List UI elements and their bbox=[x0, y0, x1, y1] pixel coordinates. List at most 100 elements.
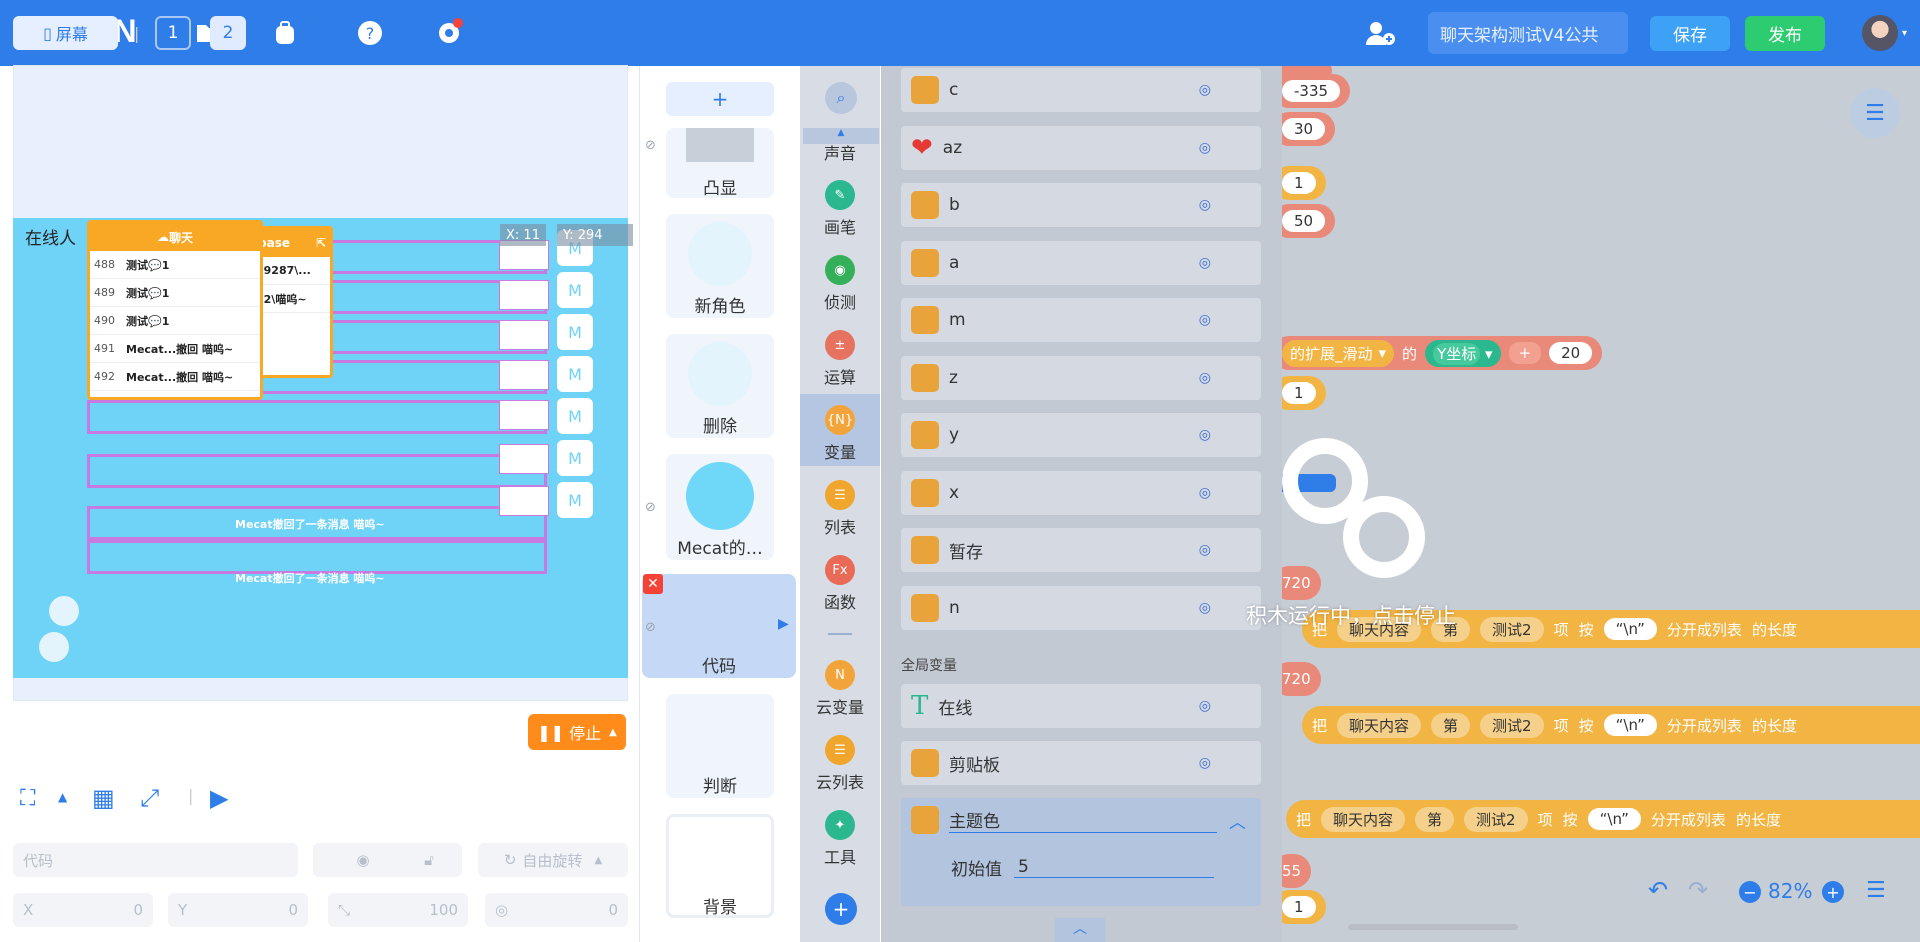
category-pen[interactable]: ✎ 画笔 bbox=[800, 180, 880, 238]
hidden-eye-icon[interactable]: ⊘ bbox=[645, 138, 656, 153]
variable-item[interactable]: z ◎ bbox=[901, 356, 1261, 400]
eye-off-icon: ◎ bbox=[1198, 255, 1211, 271]
rotation-select[interactable]: ↻ 自由旋转 ▲ bbox=[478, 843, 628, 877]
input-box[interactable] bbox=[499, 360, 549, 390]
align-blocks-icon[interactable]: ☰ bbox=[1866, 878, 1886, 903]
publish-button[interactable]: 发布 bbox=[1745, 16, 1825, 51]
variable-expanded[interactable]: 主题色 ︿ 初始值 5 bbox=[901, 798, 1261, 906]
hidden-eye-icon[interactable]: ⊘ bbox=[645, 500, 656, 515]
page-tab-2[interactable]: 2 bbox=[210, 16, 246, 50]
list-icon: ☰ bbox=[825, 480, 855, 510]
undo-icon[interactable]: ↶ bbox=[1648, 876, 1668, 904]
variable-item[interactable]: x ◎ bbox=[901, 471, 1261, 515]
play-preview-icon[interactable]: ▶ bbox=[210, 784, 228, 812]
variable-item[interactable]: y ◎ bbox=[901, 413, 1261, 457]
sprite-card-selected[interactable]: 代码 bbox=[642, 574, 796, 678]
category-lists[interactable]: ☰ 列表 bbox=[800, 480, 880, 538]
list-item: 490 测试💬1 bbox=[90, 307, 260, 335]
caret-up-icon[interactable]: ▲ bbox=[58, 790, 67, 804]
variable-item[interactable]: T 在线 ◎ bbox=[901, 684, 1261, 728]
sprite-card[interactable]: 删除 bbox=[666, 334, 774, 438]
category-cloud-lists[interactable]: ☰ 云列表 bbox=[800, 735, 880, 793]
variable-item[interactable]: b ◎ bbox=[901, 183, 1261, 227]
sprite-card[interactable]: Mecat的… bbox=[666, 454, 774, 560]
avatar-caret-icon[interactable]: ▾ bbox=[1902, 28, 1907, 39]
variable-item[interactable]: ❤ az ◎ bbox=[901, 126, 1261, 170]
category-sensing[interactable]: ◉ 侦测 bbox=[800, 255, 880, 313]
angle-field[interactable]: ◎ 0 bbox=[485, 893, 628, 927]
sprite-card[interactable]: 新角色 bbox=[666, 214, 774, 318]
list-item: 488 测试💬1 bbox=[90, 251, 260, 279]
sprite-name-input[interactable]: 代码 bbox=[13, 843, 298, 877]
expand-arrow-icon[interactable]: ▶ bbox=[778, 616, 789, 632]
category-cloud-variables[interactable]: N 云变量 bbox=[800, 660, 880, 718]
y-field[interactable]: Y0 bbox=[168, 893, 308, 927]
text-icon: T bbox=[911, 691, 929, 721]
m-button[interactable]: M bbox=[557, 440, 593, 476]
help-icon[interactable]: ? bbox=[350, 18, 390, 48]
variable-item[interactable]: 剪贴板 ◎ bbox=[901, 741, 1261, 785]
lock-toggle[interactable]: 🔓︎ bbox=[396, 843, 462, 877]
search-icon[interactable]: ⌕ bbox=[825, 82, 857, 114]
grid-icon[interactable]: ▦ bbox=[92, 784, 115, 812]
category-operators[interactable]: ± 运算 bbox=[800, 330, 880, 388]
m-button[interactable]: M bbox=[557, 482, 593, 518]
stop-button[interactable]: ❚❚ 停止 ▲ bbox=[528, 714, 626, 750]
variable-item[interactable]: n ◎ bbox=[901, 586, 1261, 630]
category-variables[interactable]: {N} 变量 bbox=[800, 405, 880, 463]
m-button[interactable]: M bbox=[557, 314, 593, 350]
x-field[interactable]: X0 bbox=[13, 893, 153, 927]
variable-item[interactable]: a ◎ bbox=[901, 241, 1261, 285]
variable-item[interactable]: c ◎ bbox=[901, 68, 1261, 112]
scroll-down-icon[interactable]: ︿ bbox=[1055, 918, 1105, 942]
redo-icon[interactable]: ↷ bbox=[1688, 876, 1708, 904]
settings-icon[interactable] bbox=[430, 16, 470, 48]
chat-window[interactable]: ☁ 聊天 488 测试💬1 489 测试💬1 490 测试💬1 491 Mecat...… bbox=[87, 220, 263, 400]
variable-item[interactable]: m ◎ bbox=[901, 298, 1261, 342]
category-sound[interactable]: 声音 bbox=[800, 140, 880, 164]
sprite-card[interactable]: 判断 bbox=[666, 694, 774, 798]
sprite-card[interactable]: 背景 bbox=[666, 814, 774, 918]
project-name-input[interactable]: 聊天架构测试V4公共 bbox=[1428, 12, 1628, 54]
zoom-out-icon[interactable]: − bbox=[1739, 881, 1761, 903]
input-box[interactable] bbox=[499, 400, 549, 430]
zoom-in-icon[interactable]: + bbox=[1822, 881, 1844, 903]
stage-canvas[interactable]: 在线人 M M M M M M M X: 11 Y: 294 base ⇱ 292… bbox=[13, 218, 633, 678]
fullscreen-icon[interactable]: ⤢ bbox=[140, 784, 159, 812]
category-functions[interactable]: Fx 函数 bbox=[800, 555, 880, 613]
collapse-icon: ︿ bbox=[1229, 812, 1246, 833]
stage-size-icon[interactable]: ⛶ bbox=[20, 786, 35, 811]
size-field[interactable]: ⤡ 100 bbox=[328, 893, 468, 927]
input-box[interactable] bbox=[499, 320, 549, 350]
input-box[interactable] bbox=[499, 486, 549, 516]
horizontal-scrollbar[interactable] bbox=[1348, 924, 1518, 930]
delete-icon[interactable]: ✕ bbox=[643, 574, 663, 594]
add-collaborator-icon[interactable] bbox=[1362, 18, 1398, 48]
m-button[interactable]: M bbox=[557, 272, 593, 308]
category-tools[interactable]: ✦ 工具 bbox=[800, 810, 880, 868]
search-blocks-icon[interactable]: ☰ bbox=[1850, 88, 1900, 138]
screen-button[interactable]: ▯ 屏幕 bbox=[13, 16, 118, 50]
m-button[interactable]: M bbox=[557, 398, 593, 434]
initial-value-input[interactable]: 5 bbox=[1014, 857, 1214, 878]
page-tab-1[interactable]: 1 bbox=[155, 16, 191, 50]
input-box[interactable] bbox=[499, 444, 549, 474]
list-item: 492 Mecat...撤回 喵呜~ bbox=[90, 363, 260, 391]
add-sprite-button[interactable]: + bbox=[666, 82, 774, 116]
running-stop-message[interactable]: 积木运行中，点击停止 bbox=[1246, 600, 1456, 630]
operators-icon: ± bbox=[825, 330, 855, 360]
sensing-icon: ◉ bbox=[825, 255, 855, 285]
input-box[interactable] bbox=[499, 280, 549, 310]
backpack-icon[interactable] bbox=[268, 18, 302, 48]
sprite-card[interactable]: 凸显 bbox=[666, 128, 774, 199]
variable-item[interactable]: 暂存 ◎ bbox=[901, 528, 1261, 572]
m-button[interactable]: M bbox=[557, 356, 593, 392]
variables-icon: {N} bbox=[825, 405, 855, 435]
svg-text:?: ? bbox=[366, 24, 375, 43]
sprite-thumbnail bbox=[686, 128, 754, 162]
avatar[interactable] bbox=[1862, 15, 1898, 51]
code-block: -335 bbox=[1282, 74, 1351, 108]
hidden-eye-icon[interactable]: ⊘ bbox=[645, 620, 656, 635]
save-button[interactable]: 保存 bbox=[1650, 16, 1730, 51]
add-extension-button[interactable]: + bbox=[825, 893, 857, 925]
